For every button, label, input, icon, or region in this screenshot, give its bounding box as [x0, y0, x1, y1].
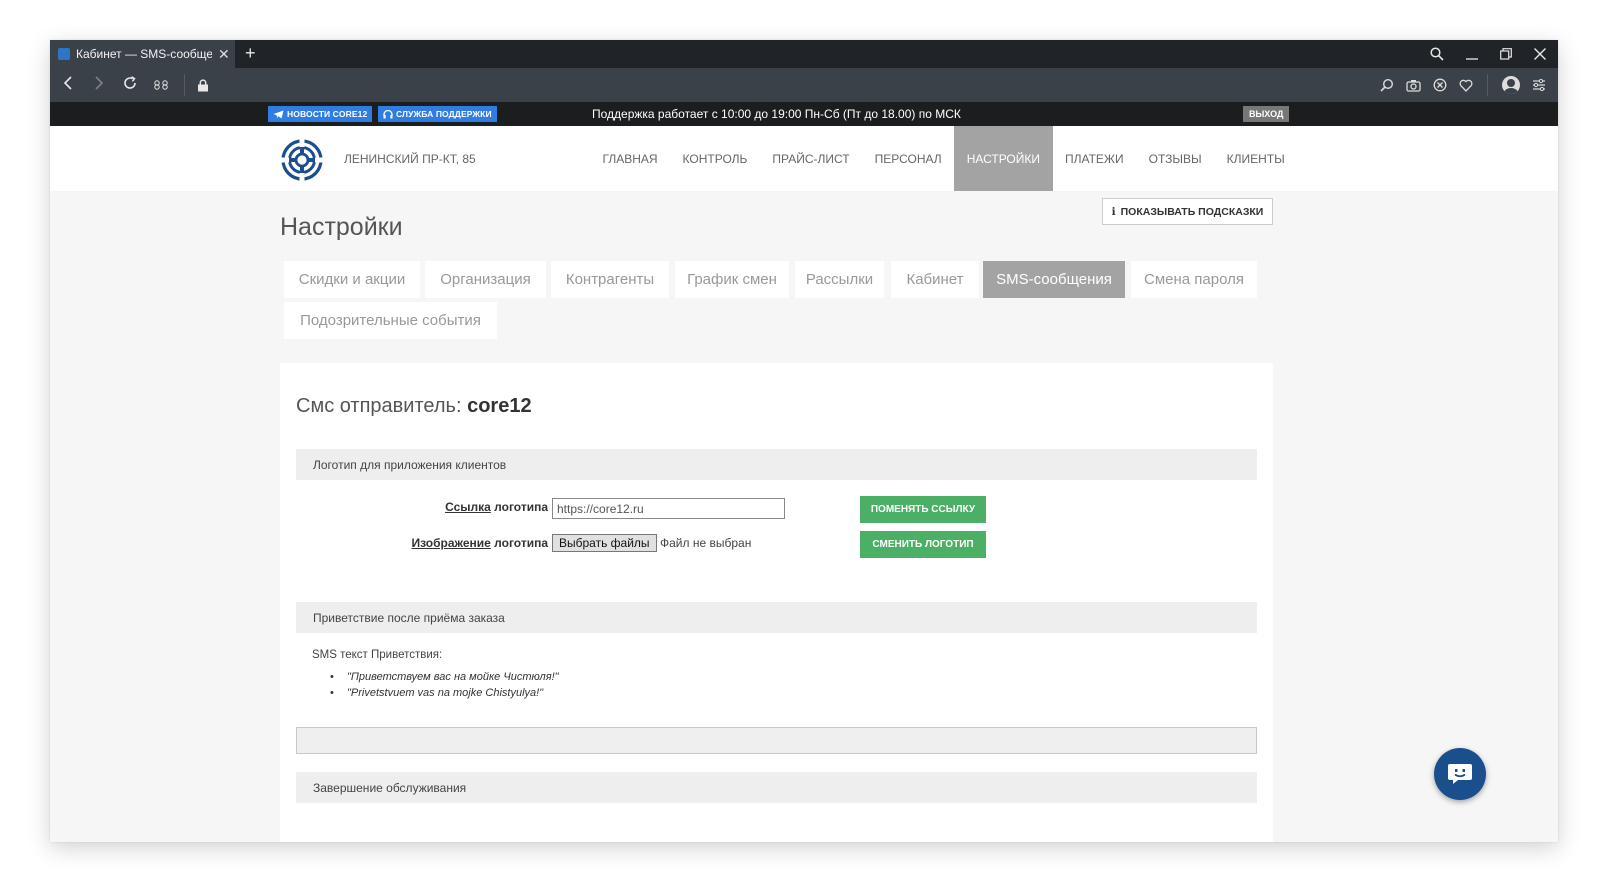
heart-icon[interactable]	[1459, 79, 1473, 92]
tab-discounts[interactable]: Скидки и акции	[284, 261, 420, 298]
show-hints-label: ПОКАЗЫВАТЬ ПОДСКАЗКИ	[1120, 205, 1264, 218]
support-button-label: СЛУЖБА ПОДДЕРЖКИ	[396, 109, 492, 119]
nav-item-reviews[interactable]: ОТЗЫВЫ	[1136, 126, 1214, 191]
telegram-icon	[273, 110, 284, 118]
find-icon[interactable]	[1380, 78, 1394, 92]
show-hints-button[interactable]: i ПОКАЗЫВАТЬ ПОДСКАЗКИ	[1102, 198, 1273, 225]
sms-sender-title: Смс отправитель: core12	[296, 395, 532, 418]
logo-link-label-rest: логотипа	[490, 500, 548, 514]
tab-change-password[interactable]: Смена пароля	[1131, 261, 1257, 298]
camera-icon[interactable]	[1406, 79, 1421, 92]
back-icon[interactable]	[52, 75, 83, 95]
support-button[interactable]: СЛУЖБА ПОДДЕРЖКИ	[378, 106, 497, 122]
sms-sender-prefix: Смс отправитель:	[296, 395, 468, 417]
sms-sender-name: core12	[467, 395, 532, 417]
news-button-label: НОВОСТИ CORE12	[287, 109, 368, 119]
close-tab-icon[interactable]: ✕	[218, 46, 230, 63]
headset-icon	[383, 109, 393, 118]
logo-section-heading: Логотип для приложения клиентов	[296, 449, 1257, 480]
new-tab-button[interactable]: +	[245, 43, 256, 64]
browser-tab-strip: Кабинет — SMS-сообщения ✕ +	[50, 40, 1558, 68]
nav-item-control[interactable]: КОНТРОЛЬ	[670, 126, 760, 191]
logo-link-label-link[interactable]: Ссылка	[445, 500, 491, 514]
news-button[interactable]: НОВОСТИ CORE12	[268, 106, 373, 122]
sms-greeting-input[interactable]	[296, 727, 1257, 754]
tab-title: Кабинет — SMS-сообщения	[76, 47, 212, 61]
nav-item-staff[interactable]: ПЕРСОНАЛ	[862, 126, 954, 191]
tab-organization[interactable]: Организация	[425, 261, 546, 298]
nav-item-clients[interactable]: КЛИЕНТЫ	[1214, 126, 1297, 191]
settings-menu-icon[interactable]	[1532, 79, 1546, 91]
browser-toolbar	[50, 68, 1558, 102]
chat-icon	[1448, 764, 1472, 784]
tab-sms-messages[interactable]: SMS-сообщения	[983, 261, 1125, 298]
tab-suspicious-events[interactable]: Подозрительные события	[284, 302, 497, 339]
nav-item-payments[interactable]: ПЛАТЕЖИ	[1053, 126, 1137, 191]
speed-dial-icon[interactable]	[145, 75, 176, 95]
logo-link-label: Ссылка логотипа	[445, 500, 548, 514]
toolbar-extensions	[1380, 68, 1546, 102]
main-nav: ГЛАВНАЯ КОНТРОЛЬ ПРАЙС-ЛИСТ ПЕРСОНАЛ НАС…	[590, 126, 1297, 191]
site-favicon-icon	[58, 48, 70, 60]
logo-image-label-rest: логотипа	[490, 536, 548, 550]
info-icon: i	[1111, 205, 1116, 218]
minimize-icon[interactable]	[1466, 48, 1478, 60]
list-item: "Privetstvuem vas na mojke Chistyulya!"	[330, 687, 559, 703]
support-hours-text: Поддержка работает с 10:00 до 19:00 Пн-С…	[592, 107, 961, 121]
change-link-button[interactable]: ПОМЕНЯТЬ ССЫЛКУ	[860, 496, 986, 523]
logo-url-input[interactable]	[552, 498, 785, 519]
restore-icon[interactable]	[1500, 48, 1512, 60]
browser-window: Кабинет — SMS-сообщения ✕ +	[50, 40, 1558, 842]
list-item: "Приветствуем вас на мойке Чистюля!"	[330, 671, 559, 687]
greeting-section-heading: Приветствие после приёма заказа	[296, 602, 1257, 633]
sms-greeting-label: SMS текст Приветствия:	[312, 649, 443, 661]
choose-files-button[interactable]: Выбрать файлы	[552, 534, 657, 552]
user-avatar-icon[interactable]	[1502, 76, 1520, 94]
page-title: Настройки	[280, 213, 403, 241]
toolbar-separator	[184, 74, 185, 96]
company-logo-icon[interactable]	[280, 138, 324, 182]
nav-item-settings[interactable]: НАСТРОЙКИ	[954, 126, 1053, 191]
search-icon[interactable]	[1430, 47, 1444, 61]
nav-item-price-list[interactable]: ПРАЙС-ЛИСТ	[760, 126, 862, 191]
toolbar-separator	[1487, 74, 1488, 96]
exit-button[interactable]: ВЫХОД	[1243, 106, 1290, 122]
tab-cabinet[interactable]: Кабинет	[891, 261, 979, 298]
tab-contractors[interactable]: Контрагенты	[551, 261, 669, 298]
change-logo-button[interactable]: СМЕНИТЬ ЛОГОТИП	[860, 531, 986, 558]
logo-image-label: Изображение логотипа	[411, 536, 548, 550]
forward-icon[interactable]	[83, 75, 114, 95]
site-topbar: НОВОСТИ CORE12 СЛУЖБА ПОДДЕРЖКИ Поддержк…	[50, 102, 1558, 126]
window-controls	[1430, 40, 1546, 68]
lock-icon[interactable]	[197, 78, 209, 92]
sms-settings-panel: Смс отправитель: core12 Логотип для прил…	[280, 363, 1273, 842]
reload-icon[interactable]	[114, 75, 145, 95]
tab-mailings[interactable]: Рассылки	[795, 261, 884, 298]
location-address: ЛЕНИНСКИЙ ПР-КТ, 85	[344, 152, 476, 166]
site-header: ЛЕНИНСКИЙ ПР-КТ, 85 ГЛАВНАЯ КОНТРОЛЬ ПРА…	[50, 126, 1558, 191]
browser-tab[interactable]: Кабинет — SMS-сообщения ✕	[50, 40, 235, 68]
nav-item-main[interactable]: ГЛАВНАЯ	[590, 126, 670, 191]
logo-image-label-link[interactable]: Изображение	[411, 536, 490, 550]
tab-shift-schedule[interactable]: График смен	[675, 261, 789, 298]
adblock-icon[interactable]	[1433, 78, 1447, 92]
sms-greeting-list: "Приветствуем вас на мойке Чистюля!" "Pr…	[330, 671, 559, 703]
close-window-icon[interactable]	[1534, 48, 1546, 60]
file-status-text: Файл не выбран	[660, 536, 752, 550]
chat-button[interactable]	[1434, 748, 1486, 800]
completion-section-heading: Завершение обслуживания	[296, 772, 1257, 803]
